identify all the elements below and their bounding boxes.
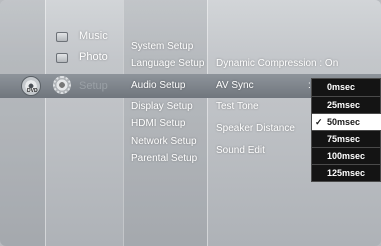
menu-language-setup[interactable]: Language Setup bbox=[131, 58, 204, 69]
option-100msec[interactable]: 100msec bbox=[312, 147, 381, 164]
menu-hdmi-setup[interactable]: HDMI Setup bbox=[131, 118, 185, 129]
menu-parental-setup[interactable]: Parental Setup bbox=[131, 153, 197, 164]
option-50msec-label: 50msec bbox=[327, 117, 361, 127]
music-icon bbox=[56, 32, 68, 42]
disc-label: DVD bbox=[27, 88, 38, 94]
option-0msec[interactable]: 0msec bbox=[312, 79, 381, 96]
dynamic-compression-item[interactable]: Dynamic Compression : On bbox=[216, 58, 338, 69]
photo-icon bbox=[56, 53, 68, 63]
option-75msec[interactable]: 75msec bbox=[312, 130, 381, 147]
av-sync-dropdown[interactable]: 0msec 25msec ✓ 50msec 75msec 100msec 125… bbox=[311, 78, 381, 182]
gear-icon bbox=[53, 76, 71, 94]
category-music[interactable]: Music bbox=[79, 30, 108, 42]
menu-av-sync[interactable]: AV Sync bbox=[216, 80, 254, 91]
option-25msec[interactable]: 25msec bbox=[312, 96, 381, 113]
menu-sound-edit[interactable]: Sound Edit bbox=[216, 145, 265, 156]
disc-column bbox=[0, 0, 45, 246]
option-125msec[interactable]: 125msec bbox=[312, 164, 381, 181]
column-divider bbox=[45, 0, 46, 246]
menu-network-setup[interactable]: Network Setup bbox=[131, 136, 197, 147]
menu-system-setup[interactable]: System Setup bbox=[131, 41, 193, 52]
menu-display-setup[interactable]: Display Setup bbox=[131, 101, 193, 112]
setup-screen: DVD Music Photo Setup System Setup Langu… bbox=[0, 0, 381, 246]
check-icon: ✓ bbox=[315, 117, 323, 127]
menu-audio-setup[interactable]: Audio Setup bbox=[131, 80, 186, 91]
menu-speaker-distance[interactable]: Speaker Distance bbox=[216, 123, 295, 134]
option-50msec[interactable]: ✓ 50msec bbox=[312, 113, 381, 130]
category-setup[interactable]: Setup bbox=[79, 80, 108, 92]
category-photo[interactable]: Photo bbox=[79, 51, 108, 63]
menu-test-tone[interactable]: Test Tone bbox=[216, 101, 259, 112]
column-divider bbox=[207, 0, 208, 246]
